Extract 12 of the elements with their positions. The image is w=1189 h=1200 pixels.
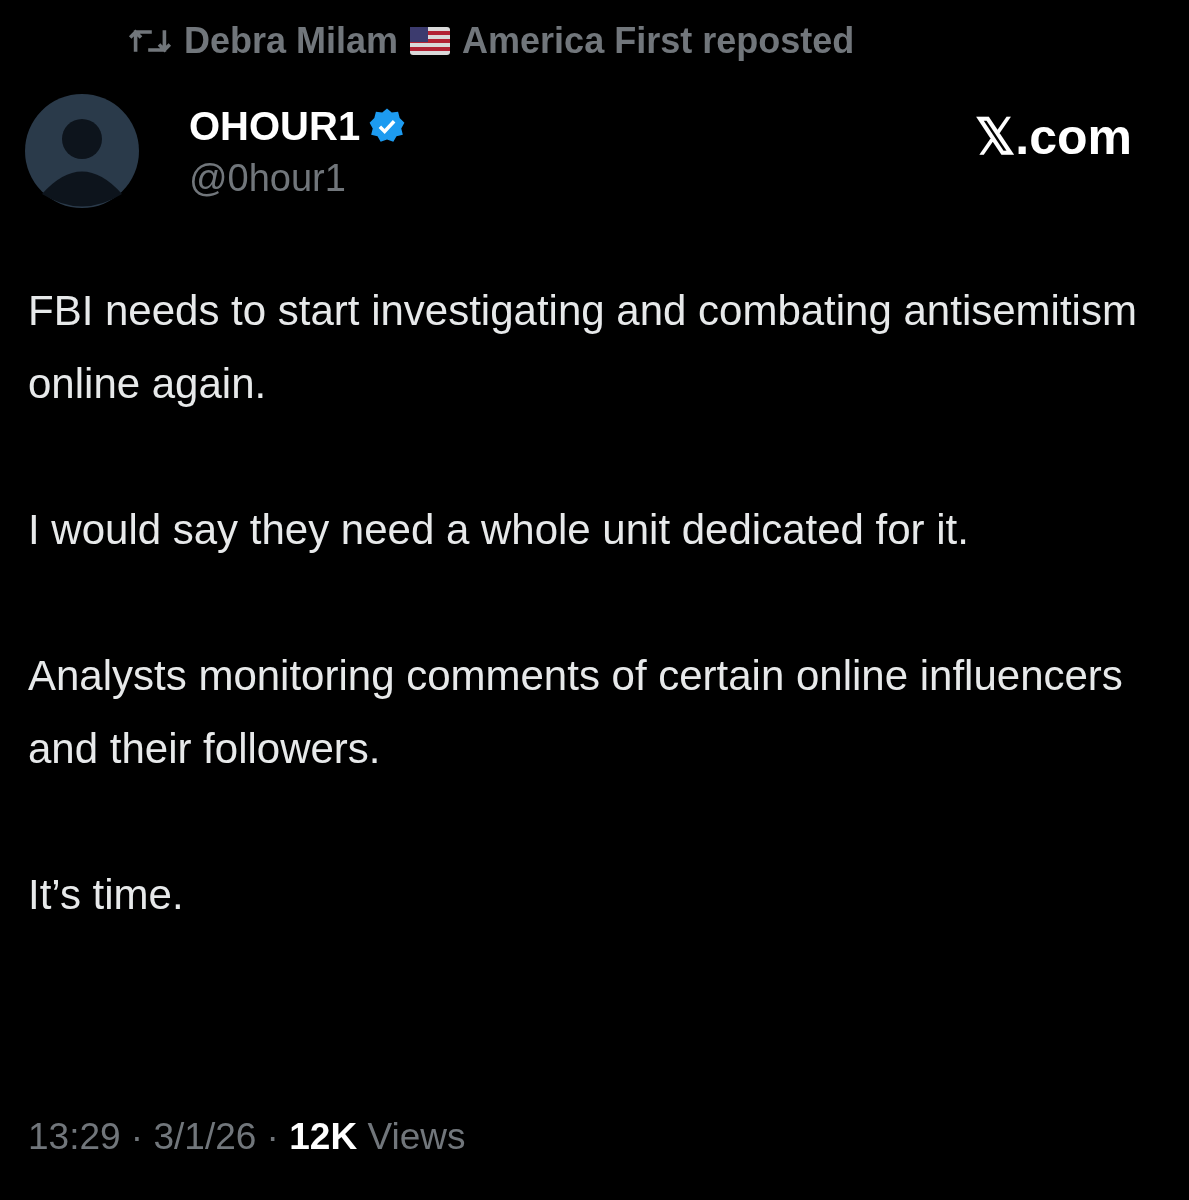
flag-icon (410, 27, 451, 55)
post-paragraph: I would say they need a whole unit dedicated for it. (28, 505, 970, 555)
post-paragraph: FBI needs to start investigating and combating antisemitism online again. (28, 286, 1138, 409)
post-paragraph: It’s time. (28, 870, 185, 920)
reposter-name[interactable]: Debra Milam (184, 14, 399, 68)
avatar[interactable] (25, 94, 139, 208)
repost-label: America First reposted (462, 19, 855, 63)
post-meta: 13:29 · 3/1/26 · 12K Views (28, 1115, 466, 1157)
author-name[interactable]: OHOUR1 (189, 102, 361, 150)
post-paragraph: Analysts monitoring comments of certain online influencers and their followers. (28, 651, 1124, 774)
author-handle[interactable]: @0hour1 (189, 154, 407, 202)
source-label: 𝕏.com (975, 108, 1132, 167)
